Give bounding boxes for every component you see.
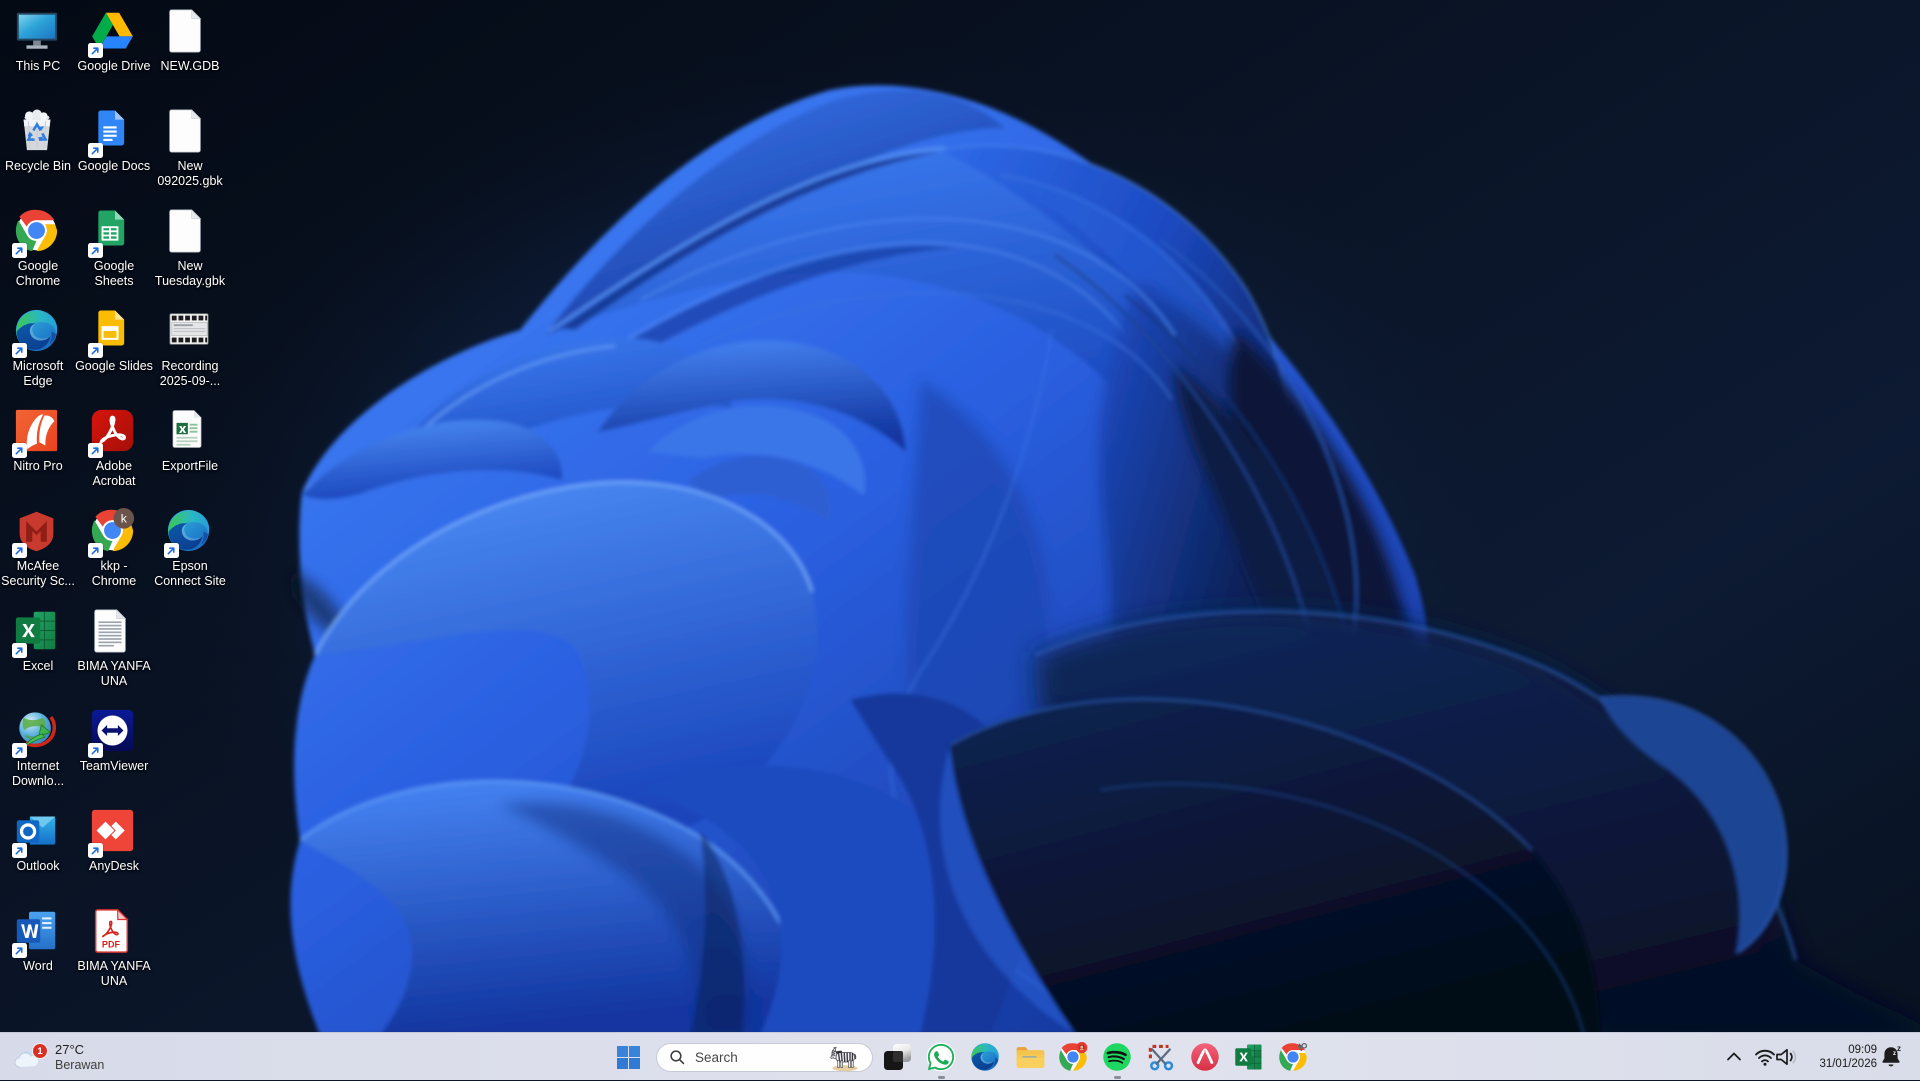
svg-text:PDF: PDF (102, 939, 121, 949)
svg-text:z: z (1893, 1051, 1896, 1057)
svg-text:z: z (1897, 1044, 1901, 1053)
svg-text:1: 1 (37, 1046, 43, 1057)
svg-text:k: k (121, 512, 128, 526)
